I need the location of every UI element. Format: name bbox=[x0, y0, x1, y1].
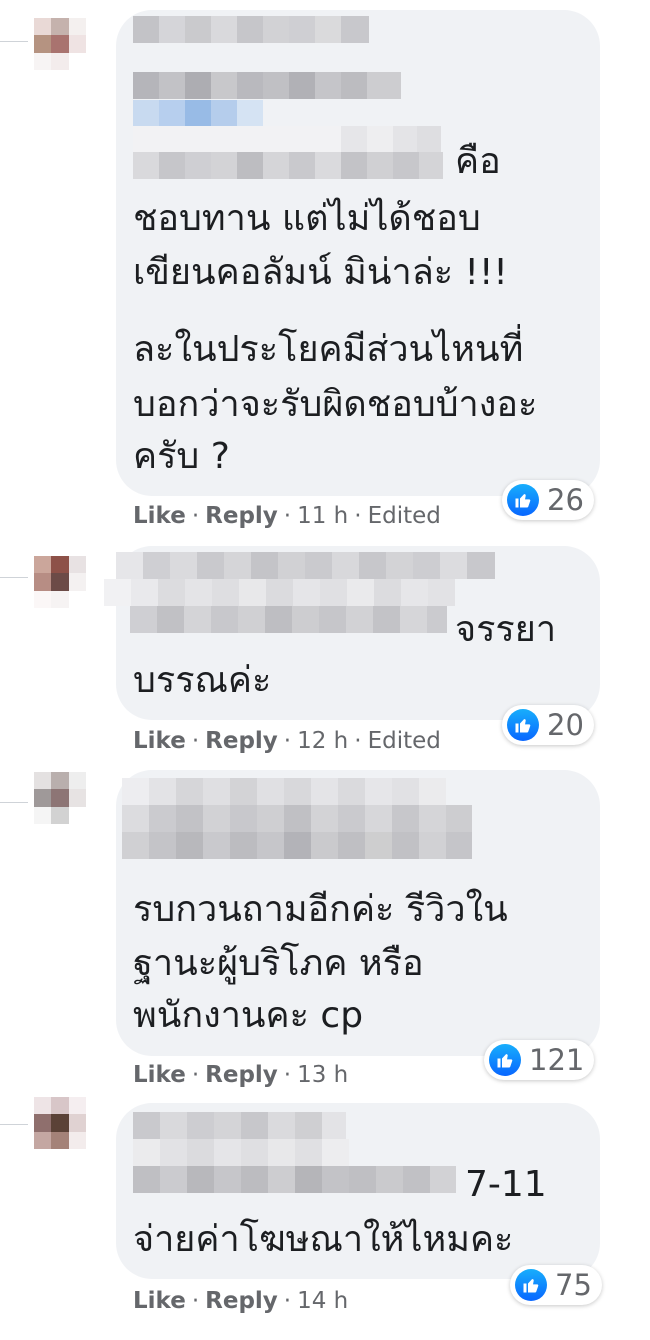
thread-connector bbox=[0, 577, 28, 578]
censored-author-name[interactable] bbox=[133, 1112, 346, 1139]
reaction-summary[interactable]: 121 bbox=[484, 1040, 595, 1080]
like-icon bbox=[507, 709, 539, 741]
thread-connector bbox=[0, 41, 28, 42]
reply-button[interactable]: Reply bbox=[205, 503, 278, 529]
censored-text bbox=[122, 805, 472, 832]
like-button[interactable]: Like bbox=[133, 728, 186, 754]
separator-dot: · bbox=[354, 503, 362, 529]
comment-text-line: จรรยา bbox=[455, 609, 557, 650]
reaction-count: 75 bbox=[555, 1268, 592, 1302]
avatar[interactable] bbox=[34, 1097, 86, 1149]
comment-text-line: คือ bbox=[455, 141, 501, 182]
censored-text bbox=[122, 832, 472, 859]
reply-button[interactable]: Reply bbox=[205, 1288, 278, 1314]
censored-author-name[interactable] bbox=[116, 552, 495, 579]
censored-text bbox=[133, 152, 443, 179]
timestamp[interactable]: 14 h bbox=[297, 1288, 348, 1314]
comment-text-line: ฐานะผู้บริโภค หรือ bbox=[133, 943, 424, 984]
separator-dot: · bbox=[283, 503, 292, 529]
comment-text-line: ชอบทาน แต่ไม่ได้ชอบ bbox=[133, 198, 481, 239]
separator-dot: · bbox=[191, 503, 200, 529]
avatar[interactable] bbox=[34, 18, 86, 70]
like-button[interactable]: Like bbox=[133, 1288, 186, 1314]
reaction-count: 121 bbox=[529, 1043, 585, 1077]
like-icon bbox=[507, 484, 539, 516]
separator-dot: · bbox=[354, 728, 362, 754]
comment-text-line: เขียนคอลัมน์ มิน่าล่ะ !!! bbox=[133, 252, 508, 293]
comment-text-line: บอกว่าจะรับผิดชอบบ้างอะ bbox=[133, 384, 538, 425]
reaction-summary[interactable]: 75 bbox=[510, 1265, 602, 1305]
comment-text-line: ละในประโยคมีส่วนไหนที่ bbox=[133, 329, 524, 370]
separator-dot: · bbox=[283, 1288, 292, 1314]
thread-connector bbox=[0, 802, 28, 803]
comment-actions: Like · Reply · 14 h bbox=[133, 1288, 348, 1314]
censored-link bbox=[133, 100, 263, 126]
avatar[interactable] bbox=[34, 772, 86, 824]
censored-text bbox=[104, 579, 455, 606]
separator-dot: · bbox=[191, 1288, 200, 1314]
like-icon bbox=[489, 1044, 521, 1076]
reply-button[interactable]: Reply bbox=[205, 728, 278, 754]
censored-text bbox=[133, 72, 401, 99]
edited-label[interactable]: Edited bbox=[368, 503, 441, 529]
separator-dot: · bbox=[191, 1062, 200, 1088]
thread-connector bbox=[0, 1124, 28, 1125]
timestamp[interactable]: 11 h bbox=[297, 503, 348, 529]
separator-dot: · bbox=[191, 728, 200, 754]
separator-dot: · bbox=[283, 1062, 292, 1088]
censored-text bbox=[133, 126, 441, 153]
reaction-count: 20 bbox=[547, 708, 584, 742]
like-button[interactable]: Like bbox=[133, 503, 186, 529]
timestamp[interactable]: 13 h bbox=[297, 1062, 348, 1088]
censored-author-name[interactable] bbox=[133, 16, 369, 43]
reply-button[interactable]: Reply bbox=[205, 1062, 278, 1088]
edited-label[interactable]: Edited bbox=[368, 728, 441, 754]
comment-actions: Like · Reply · 12 h · Edited bbox=[133, 728, 441, 754]
like-icon bbox=[515, 1269, 547, 1301]
avatar[interactable] bbox=[34, 556, 86, 608]
timestamp[interactable]: 12 h bbox=[297, 728, 348, 754]
comment-actions: Like · Reply · 11 h · Edited bbox=[133, 503, 441, 529]
reaction-count: 26 bbox=[547, 483, 584, 517]
comment-text-line: รบกวนถามอีกค่ะ รีวิวใน bbox=[133, 889, 508, 930]
reaction-summary[interactable]: 20 bbox=[502, 705, 594, 745]
censored-author-name[interactable] bbox=[122, 778, 446, 805]
censored-text bbox=[133, 1166, 456, 1193]
reaction-summary[interactable]: 26 bbox=[502, 480, 594, 520]
separator-dot: · bbox=[283, 728, 292, 754]
censored-text bbox=[133, 1139, 349, 1166]
like-button[interactable]: Like bbox=[133, 1062, 186, 1088]
comment-text-line: บรรณค่ะ bbox=[133, 660, 272, 701]
comment-text-line: จ่ายค่าโฆษณาให้ไหมคะ bbox=[133, 1219, 514, 1260]
comment-text-line: 7-11 bbox=[465, 1164, 547, 1205]
comment-text-line: ครับ ? bbox=[133, 436, 230, 477]
comment-actions: Like · Reply · 13 h bbox=[133, 1062, 348, 1088]
censored-text bbox=[130, 606, 447, 633]
comment-text-line: พนักงานคะ cp bbox=[133, 995, 364, 1036]
